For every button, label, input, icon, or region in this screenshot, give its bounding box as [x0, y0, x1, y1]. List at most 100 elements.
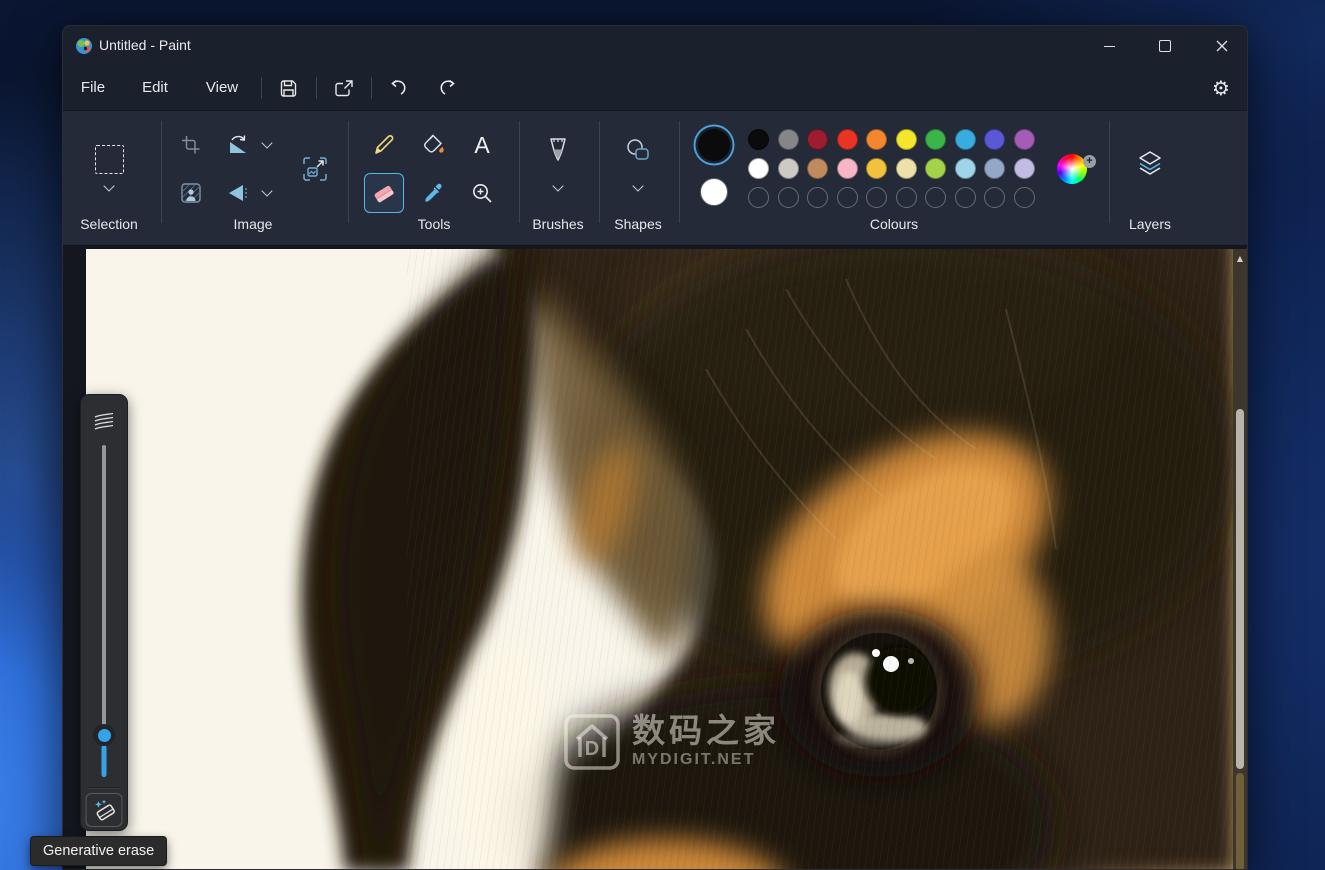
- colour-swatch[interactable]: [896, 158, 917, 179]
- colour-swatch-empty[interactable]: [896, 187, 917, 208]
- colour-swatch[interactable]: [748, 129, 769, 150]
- redo-icon: [438, 79, 458, 97]
- colour-swatch[interactable]: [925, 158, 946, 179]
- save-button[interactable]: [271, 74, 305, 102]
- fill-tool-button[interactable]: [414, 125, 454, 165]
- titlebar[interactable]: Untitled - Paint: [63, 26, 1247, 66]
- colour-swatch-empty[interactable]: [1014, 187, 1035, 208]
- menubar: File Edit View: [63, 66, 1247, 110]
- magnifier-icon: [471, 182, 494, 205]
- brushes-button[interactable]: [538, 131, 578, 171]
- pencil-tool-button[interactable]: [364, 125, 404, 165]
- colour-palette-grid: [748, 129, 1035, 208]
- colour-swatch[interactable]: [955, 129, 976, 150]
- resize-image-icon: [302, 156, 328, 182]
- colour-swatch[interactable]: [837, 158, 858, 179]
- colour-swatch[interactable]: [984, 129, 1005, 150]
- toolbar: Selection: [63, 110, 1247, 246]
- share-button[interactable]: [327, 74, 361, 102]
- close-icon: [1216, 40, 1228, 52]
- paint-window: Untitled - Paint File Edit View: [62, 25, 1248, 870]
- colour-swatch-empty[interactable]: [984, 187, 1005, 208]
- resize-image-button[interactable]: [295, 149, 335, 189]
- brush-icon: [546, 136, 570, 166]
- divider: [1109, 121, 1110, 223]
- layers-button[interactable]: [1127, 140, 1173, 186]
- divider: [261, 77, 262, 99]
- eraser-tool-button[interactable]: [364, 173, 404, 213]
- colour-swatch[interactable]: [866, 158, 887, 179]
- settings-button[interactable]: ⚙: [1204, 74, 1238, 102]
- colour-swatch[interactable]: [778, 129, 799, 150]
- brushes-dropdown[interactable]: [547, 179, 569, 197]
- scrollbar-up-arrow[interactable]: ▲: [1233, 251, 1247, 267]
- shapes-dropdown[interactable]: [627, 179, 649, 197]
- colour-swatch[interactable]: [866, 129, 887, 150]
- divider: [87, 787, 121, 788]
- maximize-button[interactable]: [1142, 26, 1188, 66]
- chevron-down-icon: [103, 180, 114, 191]
- selection-dropdown[interactable]: [98, 179, 120, 197]
- menu-view[interactable]: View: [196, 74, 248, 102]
- colour-swatch[interactable]: [955, 158, 976, 179]
- chevron-down-icon: [552, 180, 563, 191]
- background-removal-button[interactable]: [171, 173, 211, 213]
- magnifier-tool-button[interactable]: [462, 173, 502, 213]
- scrollbar-lower-track[interactable]: [1236, 773, 1244, 870]
- window-title: Untitled - Paint: [99, 37, 191, 53]
- rotate-dropdown[interactable]: [256, 136, 278, 154]
- canvas-area: D 数码之家 MYDIGIT.NET ▲: [63, 246, 1247, 870]
- generative-erase-button[interactable]: [86, 793, 123, 827]
- colour-swatch[interactable]: [984, 158, 1005, 179]
- rotate-button[interactable]: [218, 125, 258, 165]
- colour-swatch[interactable]: [837, 129, 858, 150]
- close-button[interactable]: [1199, 26, 1245, 66]
- colour-swatch[interactable]: [925, 129, 946, 150]
- redo-button[interactable]: [431, 74, 465, 102]
- colour-swatch[interactable]: [807, 158, 828, 179]
- flip-button[interactable]: [218, 173, 258, 213]
- foreground-colour-swatch[interactable]: [698, 129, 730, 161]
- paint-app-icon: [75, 37, 93, 55]
- layers-icon: [1135, 148, 1165, 178]
- eraser-size-slider-fill: [102, 745, 107, 777]
- colour-swatch[interactable]: [748, 158, 769, 179]
- colour-swatch[interactable]: [807, 129, 828, 150]
- colour-swatch-empty[interactable]: [866, 187, 887, 208]
- menu-file[interactable]: File: [71, 74, 115, 102]
- group-label-selection: Selection: [80, 216, 138, 232]
- shapes-button[interactable]: [618, 131, 658, 171]
- generative-erase-icon: [92, 798, 116, 822]
- selection-tool-button[interactable]: [89, 139, 129, 179]
- group-label-tools: Tools: [418, 216, 451, 232]
- eraser-size-slider-thumb[interactable]: [93, 724, 115, 746]
- crop-button[interactable]: [171, 125, 211, 165]
- canvas-image[interactable]: D 数码之家 MYDIGIT.NET: [86, 249, 1233, 870]
- minimize-icon: [1104, 46, 1115, 47]
- colour-swatch[interactable]: [778, 158, 799, 179]
- chevron-down-icon: [261, 185, 272, 196]
- colour-swatch-empty[interactable]: [748, 187, 769, 208]
- minimize-button[interactable]: [1086, 26, 1132, 66]
- flip-dropdown[interactable]: [256, 184, 278, 202]
- fill-bucket-icon: [422, 133, 446, 157]
- colour-swatch[interactable]: [1014, 129, 1035, 150]
- vertical-scrollbar[interactable]: ▲: [1233, 249, 1247, 870]
- eraser-options-panel: [80, 394, 128, 831]
- menu-edit[interactable]: Edit: [132, 74, 178, 102]
- undo-button[interactable]: [381, 74, 415, 102]
- colour-picker-tool-button[interactable]: [414, 173, 454, 213]
- scrollbar-thumb[interactable]: [1236, 409, 1244, 769]
- save-icon: [279, 79, 298, 98]
- colour-swatch-empty[interactable]: [837, 187, 858, 208]
- colour-swatch-empty[interactable]: [955, 187, 976, 208]
- text-tool-button[interactable]: A: [462, 125, 502, 165]
- divider: [679, 121, 680, 223]
- colour-swatch-empty[interactable]: [807, 187, 828, 208]
- colour-swatch-empty[interactable]: [925, 187, 946, 208]
- colour-swatch[interactable]: [896, 129, 917, 150]
- undo-icon: [388, 79, 408, 97]
- colour-swatch-empty[interactable]: [778, 187, 799, 208]
- colour-swatch[interactable]: [1014, 158, 1035, 179]
- background-colour-swatch[interactable]: [700, 178, 728, 206]
